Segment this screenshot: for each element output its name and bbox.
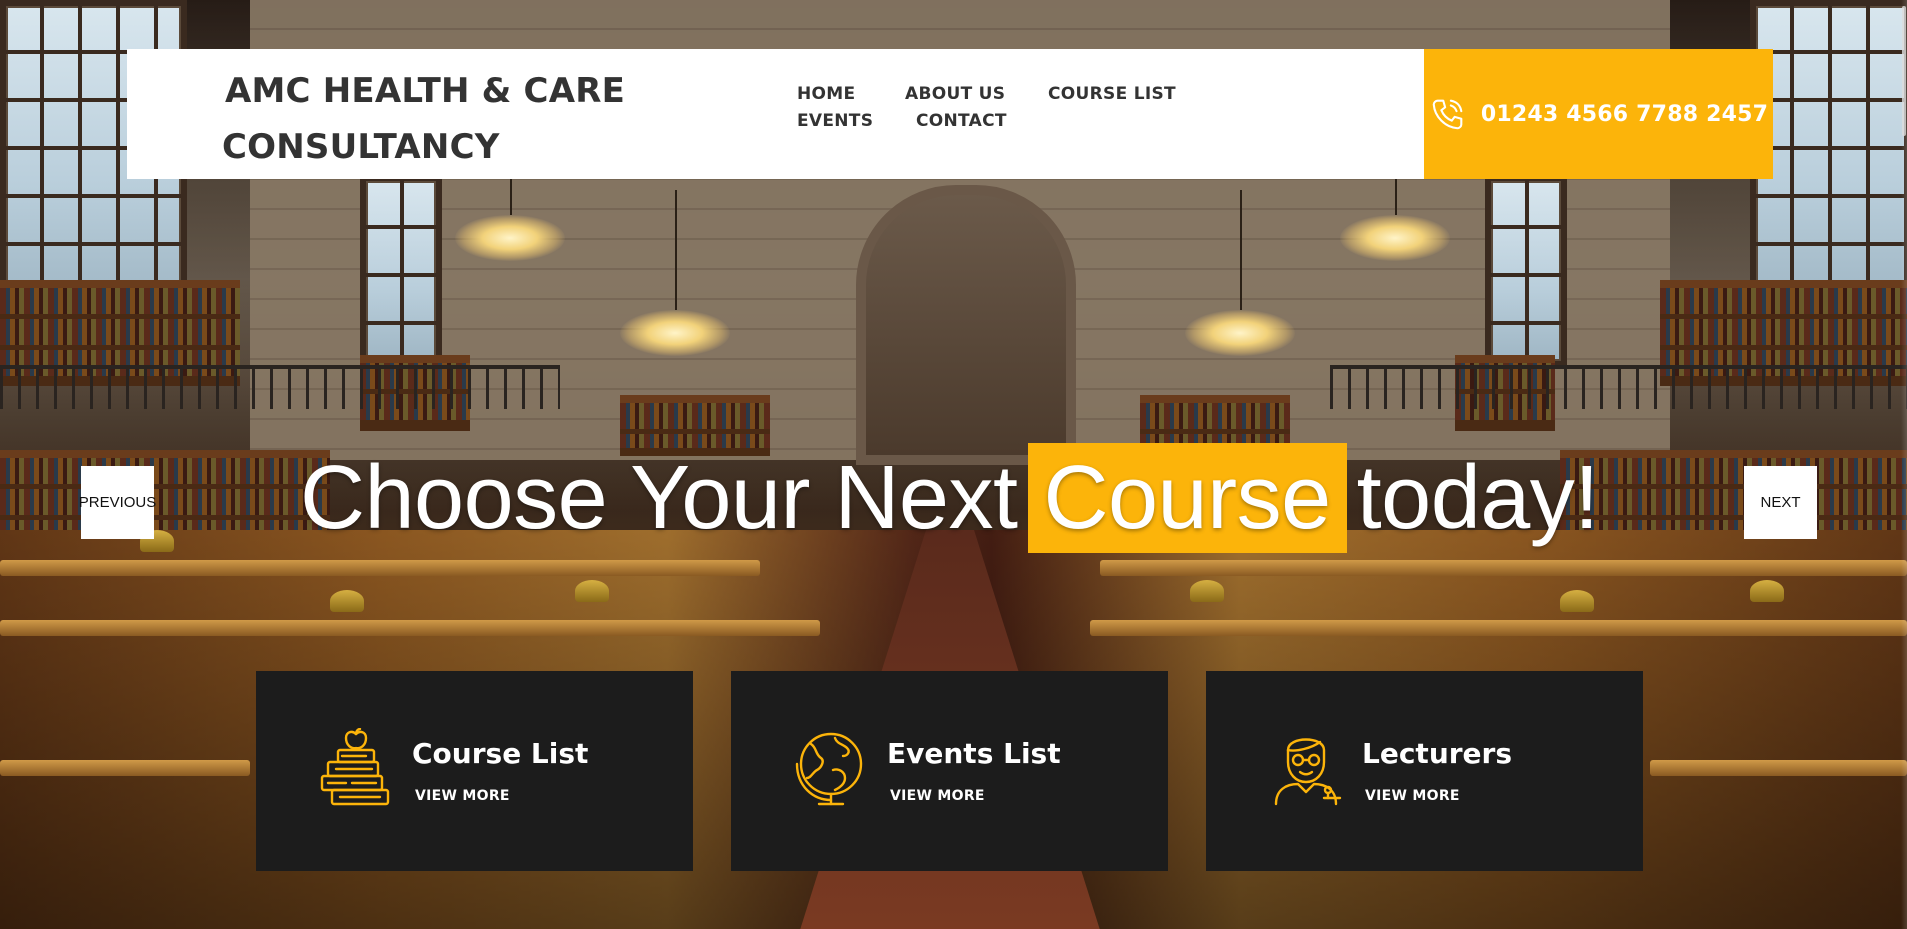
view-more-link[interactable]: VIEW MORE (1365, 788, 1460, 804)
lecturer-icon (1274, 738, 1342, 806)
phone-number: 01243 4566 7788 2457 (1480, 101, 1769, 127)
page-scrollbar[interactable] (1901, 0, 1907, 929)
nav-events[interactable]: EVENTS (797, 111, 873, 131)
view-more-link[interactable]: VIEW MORE (890, 788, 985, 804)
nav-home[interactable]: HOME (797, 84, 855, 104)
nav-course-list[interactable]: COURSE LIST (1048, 84, 1176, 104)
hero-title-after: today! (1356, 447, 1600, 548)
card-title: Course List (412, 737, 589, 770)
card-title: Events List (887, 737, 1061, 770)
books-apple-icon (320, 728, 390, 806)
view-more-link[interactable]: VIEW MORE (415, 788, 510, 804)
card-title: Lecturers (1362, 737, 1513, 770)
slider-next-button[interactable]: NEXT (1744, 466, 1817, 539)
hero-headline: Choose Your Next Course today! (300, 443, 1599, 553)
phone-contact-box[interactable]: 01243 4566 7788 2457 (1424, 49, 1773, 179)
card-lecturers[interactable]: Lecturers VIEW MORE (1206, 671, 1643, 871)
site-logo[interactable]: AMC HEALTH & CARE CONSULTANCY (222, 63, 625, 175)
nav-contact[interactable]: CONTACT (916, 111, 1007, 131)
logo-line-2: CONSULTANCY (222, 127, 500, 167)
phone-icon (1432, 99, 1463, 130)
nav-about-us[interactable]: ABOUT US (905, 84, 1005, 104)
page: AMC HEALTH & CARE CONSULTANCY HOME ABOUT… (0, 0, 1907, 929)
card-course-list[interactable]: Course List VIEW MORE (256, 671, 693, 871)
card-events-list[interactable]: Events List VIEW MORE (731, 671, 1168, 871)
slider-previous-button[interactable]: PREVIOUS (79, 466, 156, 539)
hero-title-before: Choose Your Next (300, 447, 1018, 548)
logo-line-1: AMC HEALTH & CARE (225, 71, 626, 111)
globe-icon (795, 732, 863, 806)
hero-title-highlight: Course (1027, 443, 1347, 553)
scrollbar-thumb[interactable] (1902, 6, 1906, 136)
site-header: AMC HEALTH & CARE CONSULTANCY HOME ABOUT… (127, 49, 1424, 179)
